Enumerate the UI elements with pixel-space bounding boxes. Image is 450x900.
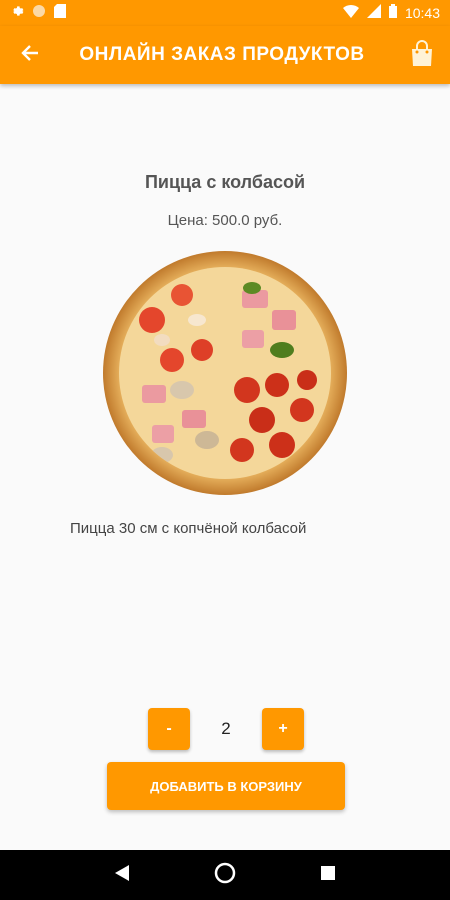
home-circle-icon — [214, 862, 236, 889]
shopping-bag-icon — [410, 39, 434, 71]
add-to-cart-button[interactable]: ДОБАВИТЬ В КОРЗИНУ — [107, 762, 345, 810]
app-bar: ОНЛАЙН ЗАКАЗ ПРОДУКТОВ — [0, 26, 450, 84]
status-time: 10:43 — [404, 5, 440, 21]
circle-icon — [32, 4, 46, 23]
back-button[interactable] — [0, 26, 60, 84]
sd-card-icon — [54, 3, 66, 23]
product-price: Цена: 500.0 руб. — [167, 212, 283, 229]
product-description: Пицца 30 см с копчёной колбасой — [70, 520, 307, 537]
status-left-icons — [10, 3, 66, 23]
increase-quantity-button[interactable]: + — [262, 708, 304, 750]
decrease-quantity-button[interactable]: - — [148, 708, 190, 750]
back-triangle-icon — [114, 864, 129, 886]
battery-icon — [388, 3, 397, 23]
status-right-icons: 10:43 — [342, 3, 440, 23]
recents-square-icon — [321, 865, 336, 885]
quantity-stepper: - 2 + — [0, 708, 450, 750]
settings-icon — [10, 4, 24, 23]
wifi-icon — [342, 4, 359, 23]
nav-recents-button[interactable] — [308, 855, 348, 895]
pizza-image — [102, 250, 348, 496]
product-title: Пицца с колбасой — [144, 172, 306, 192]
system-nav-bar — [0, 850, 450, 900]
nav-home-button[interactable] — [205, 855, 245, 895]
nav-back-button[interactable] — [102, 855, 142, 895]
quantity-value: 2 — [221, 719, 231, 738]
status-bar: 10:43 — [0, 0, 450, 26]
product-detail: Пицца с колбасой Цена: 500.0 руб. Пицца … — [0, 84, 450, 850]
cart-button[interactable] — [394, 26, 450, 84]
signal-icon — [366, 3, 381, 23]
arrow-back-icon — [20, 43, 40, 68]
page-title: ОНЛАЙН ЗАКАЗ ПРОДУКТОВ — [79, 44, 365, 65]
